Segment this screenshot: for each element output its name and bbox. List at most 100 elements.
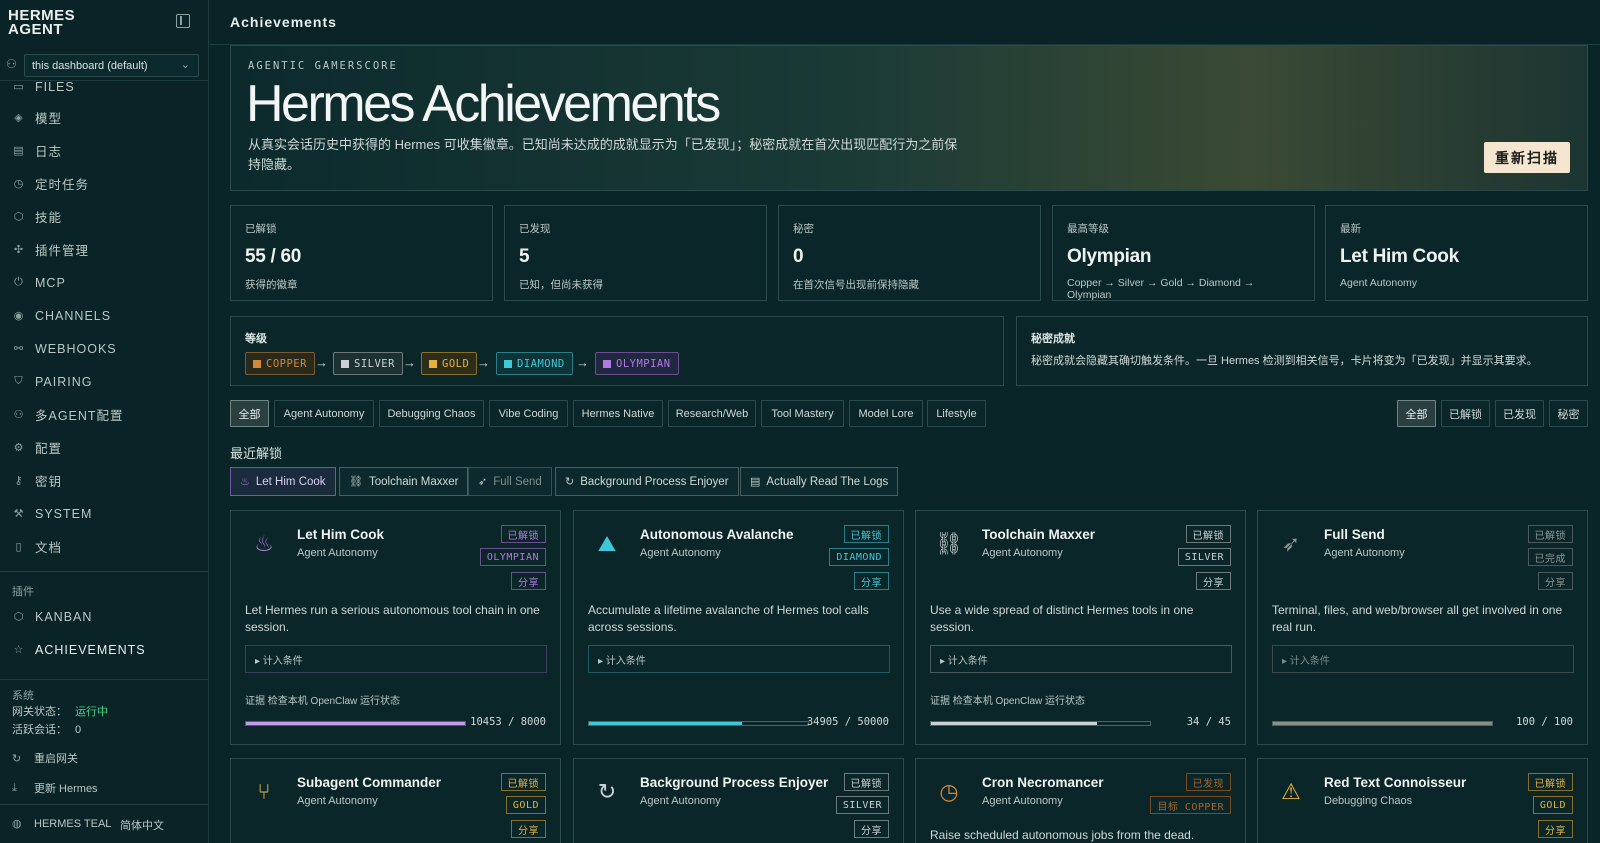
active-sessions: 活跃会话： 0	[12, 721, 81, 737]
sidebar-item-config[interactable]: ⚙ 配置	[0, 431, 209, 464]
theme-switcher[interactable]: ◍ HERMES TEAL	[12, 817, 111, 831]
category-filter-model-lore[interactable]: Model Lore	[849, 400, 923, 427]
criteria-toggle[interactable]: ▸ 计入条件	[930, 645, 1232, 673]
sidebar-item-multi-agent[interactable]: ⚇ 多AGENT配置	[0, 398, 209, 431]
achievement-card-cron-necromancer[interactable]: ◷ Cron Necromancer Agent Autonomy 已发现 目标…	[915, 758, 1246, 843]
sidebar-item-channels[interactable]: ◉ CHANNELS	[0, 299, 209, 332]
share-button[interactable]: 分享	[1538, 820, 1573, 838]
hero-title: Hermes Achievements	[246, 75, 721, 133]
tier-badge: SILVER	[1177, 548, 1231, 566]
arrow-right-icon: →	[315, 355, 328, 370]
achievement-evidence: 证据 检查本机 OpenClaw 运行状态	[930, 696, 1086, 707]
sidebar-item-achievements[interactable]: ☆ ACHIEVEMENTS	[0, 633, 209, 666]
achievement-card-red-text-connoisseur[interactable]: ⚠ Red Text Connoisseur Debugging Chaos 已…	[1257, 758, 1588, 843]
category-filter-debugging-chaos[interactable]: Debugging Chaos	[379, 400, 484, 427]
recent-chip-background-process-enjoyer[interactable]: ↻ Background Process Enjoyer	[555, 467, 739, 496]
sidebar-item-pairing[interactable]: ⛉ PAIRING	[0, 365, 209, 398]
tier-badge: OLYMPIAN	[479, 548, 546, 566]
achievement-card-subagent-commander[interactable]: ⑂ Subagent Commander Agent Autonomy 已解锁 …	[230, 758, 561, 843]
sidebar-item-system[interactable]: ⚒ SYSTEM	[0, 497, 209, 530]
category-filter-tool-mastery[interactable]: Tool Mastery	[761, 400, 844, 427]
share-button[interactable]: 分享	[854, 820, 889, 838]
language-switcher[interactable]: 简体中文	[120, 817, 164, 833]
category-filter-research-web[interactable]: Research/Web	[668, 400, 756, 427]
category-filter-vibe-coding[interactable]: Vibe Coding	[489, 400, 568, 427]
sidebar-item-keys[interactable]: ⚷ 密钥	[0, 464, 209, 497]
gear-icon: ⚙	[13, 442, 25, 454]
tier-chip-olympian: OLYMPIAN	[595, 352, 679, 375]
stat-card-discovered: 已发现 5 已知，但尚未获得	[504, 205, 767, 301]
stat-label: 已发现	[519, 223, 551, 235]
sidebar-item-kanban[interactable]: ⬡ KANBAN	[0, 600, 209, 633]
sidebar-item-label: CHANNELS	[35, 308, 112, 323]
tier-badge: DIAMOND	[829, 548, 889, 566]
progress-fill	[246, 722, 465, 725]
sidebar-item-models[interactable]: ◈ 模型	[0, 101, 209, 134]
plugin-icon: ✣	[13, 244, 25, 256]
sidebar-item-logs[interactable]: ▤ 日志	[0, 134, 209, 167]
avalanche-icon: ⛰	[597, 531, 617, 556]
achievement-card-let-him-cook[interactable]: ♨ Let Him Cook Agent Autonomy 已解锁 OLYMPI…	[230, 510, 561, 745]
stat-sub: 已知，但尚未获得	[519, 279, 603, 291]
tier-label: SILVER	[354, 357, 395, 370]
criteria-toggle[interactable]: ▸ 计入条件	[245, 645, 547, 673]
users-icon: ⚇	[13, 409, 25, 421]
system-section-label: 系统	[12, 690, 34, 702]
status-filter-all[interactable]: 全部	[1397, 400, 1436, 427]
tier-swatch	[253, 359, 261, 368]
category-filter-lifestyle[interactable]: Lifestyle	[927, 400, 986, 427]
hero-description: 从真实会话历史中获得的 Hermes 可收集徽章。已知尚未达成的成就显示为「已发…	[248, 137, 958, 172]
share-button[interactable]: 分享	[854, 572, 889, 590]
status-filter-secret[interactable]: 秘密	[1549, 400, 1588, 427]
recent-chip-actually-read-the-logs[interactable]: ▤ Actually Read The Logs	[740, 467, 899, 496]
recent-chip-full-send[interactable]: ➶ Full Send	[468, 467, 552, 496]
tier-badge: GOLD	[505, 796, 546, 814]
status-filter-discovered[interactable]: 已发现	[1495, 400, 1544, 427]
tiers-panel: 等级 COPPER → SILVER → GOLD → DIAMOND → OL…	[230, 316, 1004, 386]
sidebar-item-cron[interactable]: ◷ 定时任务	[0, 167, 209, 200]
recent-chip-let-him-cook[interactable]: ♨ Let Him Cook	[230, 467, 336, 496]
restart-gateway-button[interactable]: ↻ 重启网关	[12, 750, 78, 766]
status-badge: 已解锁	[500, 773, 546, 791]
tier-badge: SILVER	[835, 796, 889, 814]
share-button[interactable]: 分享	[511, 572, 546, 590]
sidebar-item-webhooks[interactable]: ⚯ WEBHOOKS	[0, 332, 209, 365]
share-button[interactable]: 分享	[1196, 572, 1231, 590]
achievement-name: Background Process Enjoyer	[640, 775, 829, 790]
achievement-card-toolchain-maxxer[interactable]: ⛓ Toolchain Maxxer Agent Autonomy 已解锁 SI…	[915, 510, 1246, 745]
share-button[interactable]: 分享	[1538, 572, 1573, 590]
criteria-toggle[interactable]: ▸ 计入条件	[1272, 645, 1574, 673]
achievement-description: Accumulate a lifetime avalanche of Herme…	[588, 603, 869, 634]
sidebar-item-files[interactable]: ▭ FILES	[0, 70, 209, 103]
tier-chip-silver: SILVER	[333, 352, 403, 375]
tier-swatch	[341, 359, 349, 368]
sidebar-item-docs[interactable]: ▯ 文档	[0, 530, 209, 563]
sidebar-item-plugins[interactable]: ✣ 插件管理	[0, 233, 209, 266]
category-filter-hermes-native[interactable]: Hermes Native	[573, 400, 663, 427]
status-filter-unlocked[interactable]: 已解锁	[1441, 400, 1490, 427]
achievement-category: Agent Autonomy	[640, 795, 721, 807]
status-badge: 已解锁	[843, 525, 889, 543]
achievement-card-full-send[interactable]: ➶ Full Send Agent Autonomy 已解锁 已完成 分享 Te…	[1257, 510, 1588, 745]
achievement-card-autonomous-avalanche[interactable]: ⛰ Autonomous Avalanche Agent Autonomy 已解…	[573, 510, 904, 745]
category-filter-all[interactable]: 全部	[230, 400, 269, 427]
share-button[interactable]: 分享	[511, 820, 546, 838]
user-icon: ⚇	[6, 57, 17, 71]
achievement-description: Use a wide spread of distinct Hermes too…	[930, 603, 1194, 634]
update-hermes-button[interactable]: ⤓ 更新 Hermes	[12, 780, 98, 796]
network-icon: ⛓	[935, 531, 963, 556]
category-filter-agent-autonomy[interactable]: Agent Autonomy	[274, 400, 374, 427]
webhook-icon: ⚯	[13, 343, 25, 355]
achievement-category: Agent Autonomy	[297, 795, 378, 807]
rescan-button[interactable]: 重新扫描	[1484, 142, 1570, 173]
achievement-card-background-process-enjoyer[interactable]: ↻ Background Process Enjoyer Agent Auton…	[573, 758, 904, 843]
collapse-sidebar-icon[interactable]	[176, 14, 190, 28]
secret-panel-title: 秘密成就	[1031, 333, 1075, 345]
sidebar-item-skills[interactable]: ⬡ 技能	[0, 200, 209, 233]
sidebar-item-mcp[interactable]: ⏻ MCP	[0, 266, 209, 299]
tier-badge: 已完成	[1527, 548, 1573, 566]
criteria-toggle[interactable]: ▸ 计入条件	[588, 645, 890, 673]
stat-value: Olympian	[1067, 246, 1152, 267]
recent-chip-toolchain-maxxer[interactable]: ⛓ Toolchain Maxxer	[339, 467, 469, 496]
recent-chip-label: Actually Read The Logs	[766, 475, 889, 488]
